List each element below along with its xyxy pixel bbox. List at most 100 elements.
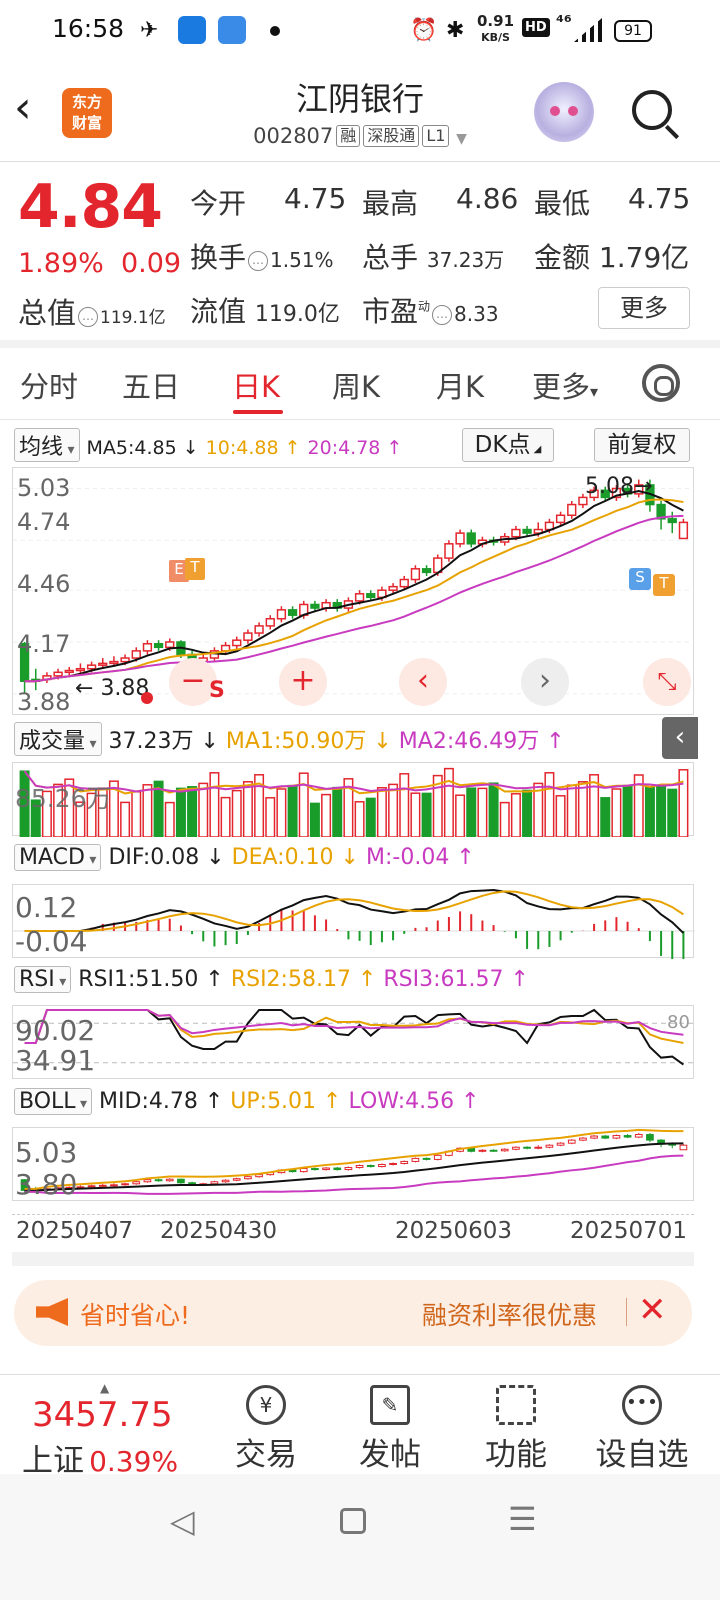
boll-candle-body [634, 1134, 643, 1138]
signal-s-marker: S [209, 678, 225, 703]
date-axis [12, 1203, 694, 1215]
index-ticker[interactable]: ▲ 3457.75 上证 0.39% [10, 1381, 210, 1480]
yuan-icon: ¥ [246, 1385, 286, 1425]
search-icon[interactable] [632, 90, 672, 130]
volume-bar [611, 788, 622, 837]
volume-bar [332, 786, 343, 837]
menu-lines-icon[interactable]: ☰ [508, 1500, 537, 1538]
boll-candle-body [612, 1135, 621, 1139]
level-tag: L1 [422, 125, 450, 147]
nav-functions[interactable]: 功能 [466, 1385, 566, 1474]
candle-body [388, 585, 398, 591]
rsi-80-label: 80 [667, 1012, 690, 1033]
signal-s-marker[interactable]: S [629, 568, 651, 590]
candle-body [567, 503, 577, 517]
boll-candle-body [478, 1149, 487, 1152]
rsi-axis-label: 90.02 [15, 1014, 96, 1047]
record-dot-icon [141, 692, 153, 704]
candle-body [511, 528, 521, 538]
signal-t-marker[interactable]: T [653, 574, 675, 596]
index-value: 3457.75 [32, 1395, 173, 1435]
candle-body [86, 664, 97, 670]
tab-monthly-k[interactable]: 月K [436, 364, 484, 406]
tab-more[interactable]: 更多▾ [532, 364, 598, 406]
gear-icon[interactable] [642, 364, 680, 402]
nav-post[interactable]: ✎ 发帖 [340, 1385, 440, 1474]
volume-bar [131, 791, 142, 837]
edit-icon: ✎ [370, 1385, 410, 1425]
volume-bar [376, 787, 387, 837]
tab-five-day[interactable]: 五日 [122, 364, 180, 406]
ma-selector[interactable]: 均线 [14, 428, 80, 462]
volume-bar [667, 788, 678, 837]
boll-candle-body [322, 1167, 330, 1171]
boll-candle-body [132, 1181, 141, 1185]
more-notifications-dot [270, 26, 280, 36]
boll-candle-body [311, 1168, 319, 1171]
close-icon[interactable]: ✕ [638, 1290, 667, 1330]
scroll-left-button[interactable]: ‹ [399, 658, 447, 706]
amount: 金额 1.79亿 [534, 241, 690, 274]
rsi-indicator-row: RSI RSI1:51.50 ↑ RSI2:58.17 ↑ RSI3:61.57… [14, 966, 529, 993]
signal-t-marker[interactable]: T [185, 558, 205, 580]
home-square-icon[interactable] [340, 1508, 366, 1534]
turnover: 换手… 1.51% [190, 241, 334, 274]
nav-watchlist[interactable]: ••• 设自选 [592, 1385, 692, 1474]
boll-candle-body [433, 1154, 442, 1160]
boll-candle-body [534, 1146, 543, 1149]
volume-bar [187, 786, 198, 837]
scroll-right-button[interactable]: › [521, 658, 569, 706]
volume-bar [354, 801, 365, 837]
volume-bar [577, 781, 588, 837]
collapse-panel-icon[interactable]: ‹ [662, 717, 698, 759]
assistant-robot-icon[interactable] [534, 82, 594, 142]
candle-body [522, 528, 532, 534]
more-quote-button[interactable]: 更多 [598, 287, 690, 329]
promo-left-text: 省时省心! [80, 1301, 191, 1330]
app-notification-icon [218, 16, 246, 44]
macd-chart[interactable]: 0.12 -0.04 [12, 884, 695, 959]
volume-chart[interactable]: 85.26万 [12, 762, 694, 837]
grid-icon [496, 1385, 536, 1425]
dk-point-button[interactable]: DK点 ◢ [462, 428, 554, 462]
tab-intraday[interactable]: 分时 [20, 364, 78, 406]
chart-period-tabs: 分时 五日 日K 周K 月K 更多▾ [0, 348, 720, 420]
y-axis-label: 4.74 [17, 508, 71, 536]
boll-candle-body [512, 1146, 520, 1150]
tab-daily-k[interactable]: 日K [232, 364, 280, 406]
back-triangle-icon[interactable]: ◁ [170, 1502, 195, 1540]
candle-body [555, 514, 566, 524]
promo-banner[interactable]: 省时省心! 融资利率很优惠 ✕ [14, 1280, 692, 1346]
app-notification-icon [178, 16, 206, 44]
boll-axis-label: 5.03 [15, 1136, 78, 1169]
dea-line [24, 890, 684, 932]
stock-code-line[interactable]: 002807 融深股通 L1 ▼ [0, 124, 720, 148]
zoom-in-button[interactable]: + [279, 658, 327, 706]
tab-weekly-k[interactable]: 周K [332, 364, 380, 406]
volume-selector[interactable]: 成交量 [14, 722, 102, 756]
volume-bar [231, 789, 242, 837]
volume-bar [455, 794, 466, 837]
volume-bar [242, 781, 253, 837]
candle-body [421, 568, 432, 574]
kline-chart[interactable]: 5.03 4.74 4.46 4.17 3.88 ← 3.88 5.08→ E … [12, 467, 695, 716]
price-change: 1.89% 0.09 [18, 248, 181, 279]
boll-candle-body [143, 1179, 152, 1183]
boll-candle-body [87, 1185, 96, 1188]
boll-chart[interactable]: 5.03 3.80 [12, 1127, 694, 1201]
fullscreen-icon[interactable]: ⤡ [643, 658, 691, 706]
macd-selector[interactable]: MACD [14, 844, 102, 871]
boll-selector[interactable]: BOLL [14, 1088, 93, 1115]
candle-body [399, 578, 409, 588]
signal-bars-icon [574, 18, 602, 42]
boll-axis-label: 3.80 [15, 1168, 78, 1201]
scroll-track[interactable] [12, 1252, 694, 1266]
dropdown-triangle-icon: ▼ [456, 131, 467, 147]
adjust-button[interactable]: 前复权 [594, 428, 690, 462]
rsi-chart[interactable]: 90.02 34.91 80 [12, 1005, 695, 1079]
rsi-selector[interactable]: RSI [14, 966, 72, 993]
nav-trade[interactable]: ¥ 交易 [216, 1385, 316, 1474]
boll-candle-body [232, 1178, 241, 1181]
boll-candle-body [623, 1135, 632, 1138]
rsi1-line [24, 1008, 685, 1066]
